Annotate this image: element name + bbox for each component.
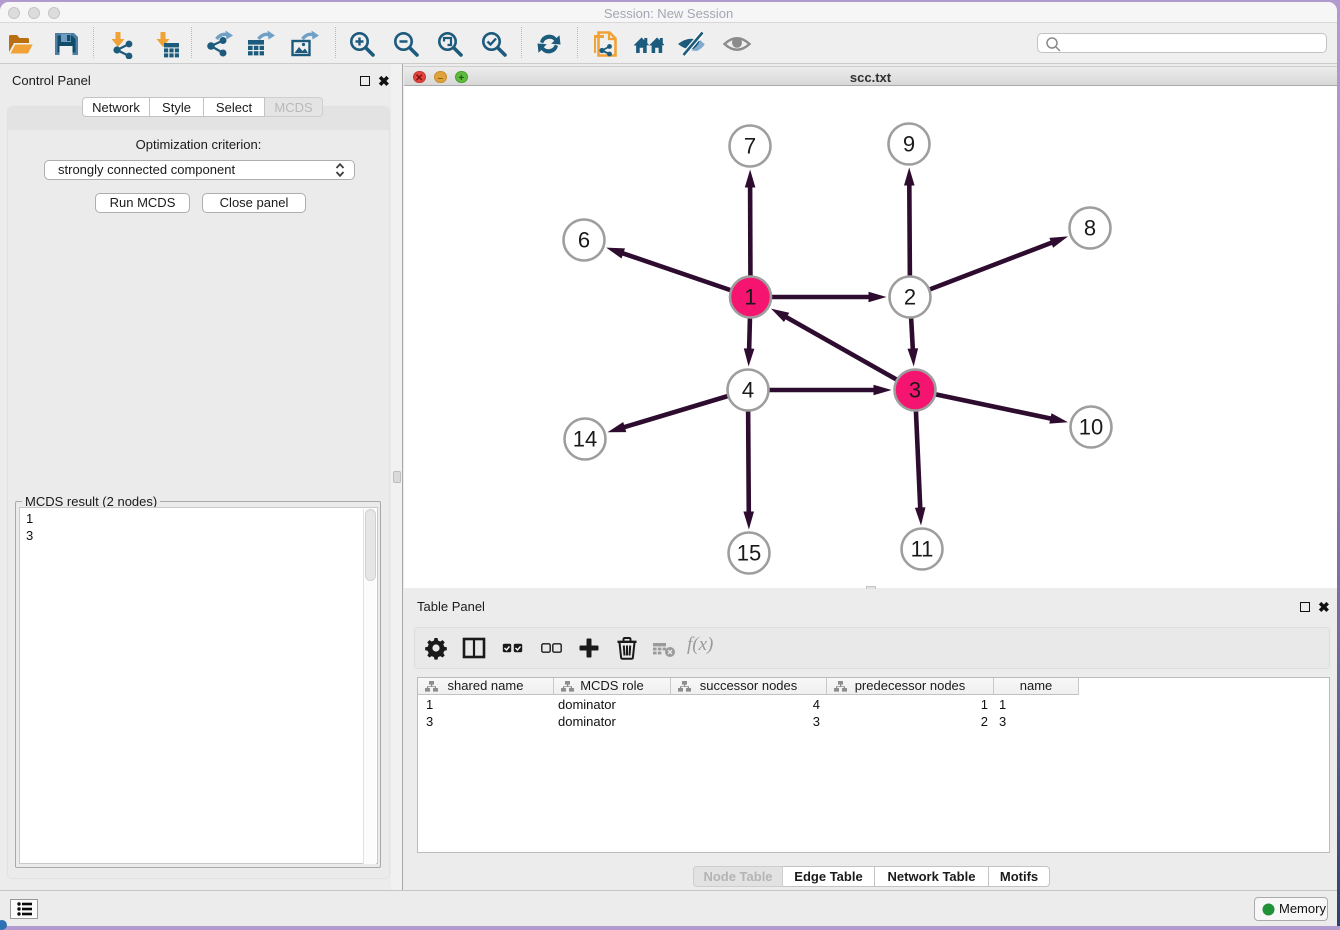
svg-text:6: 6 [578, 228, 590, 253]
svg-text:4: 4 [742, 378, 754, 403]
svg-text:14: 14 [573, 427, 597, 452]
svg-text:3: 3 [909, 378, 921, 403]
svg-text:10: 10 [1079, 415, 1103, 440]
svg-text:9: 9 [903, 132, 915, 157]
svg-text:8: 8 [1084, 216, 1096, 241]
svg-text:11: 11 [911, 537, 934, 562]
svg-text:15: 15 [737, 541, 761, 566]
svg-text:1: 1 [744, 285, 756, 310]
svg-text:2: 2 [904, 285, 916, 310]
svg-text:7: 7 [744, 134, 756, 159]
